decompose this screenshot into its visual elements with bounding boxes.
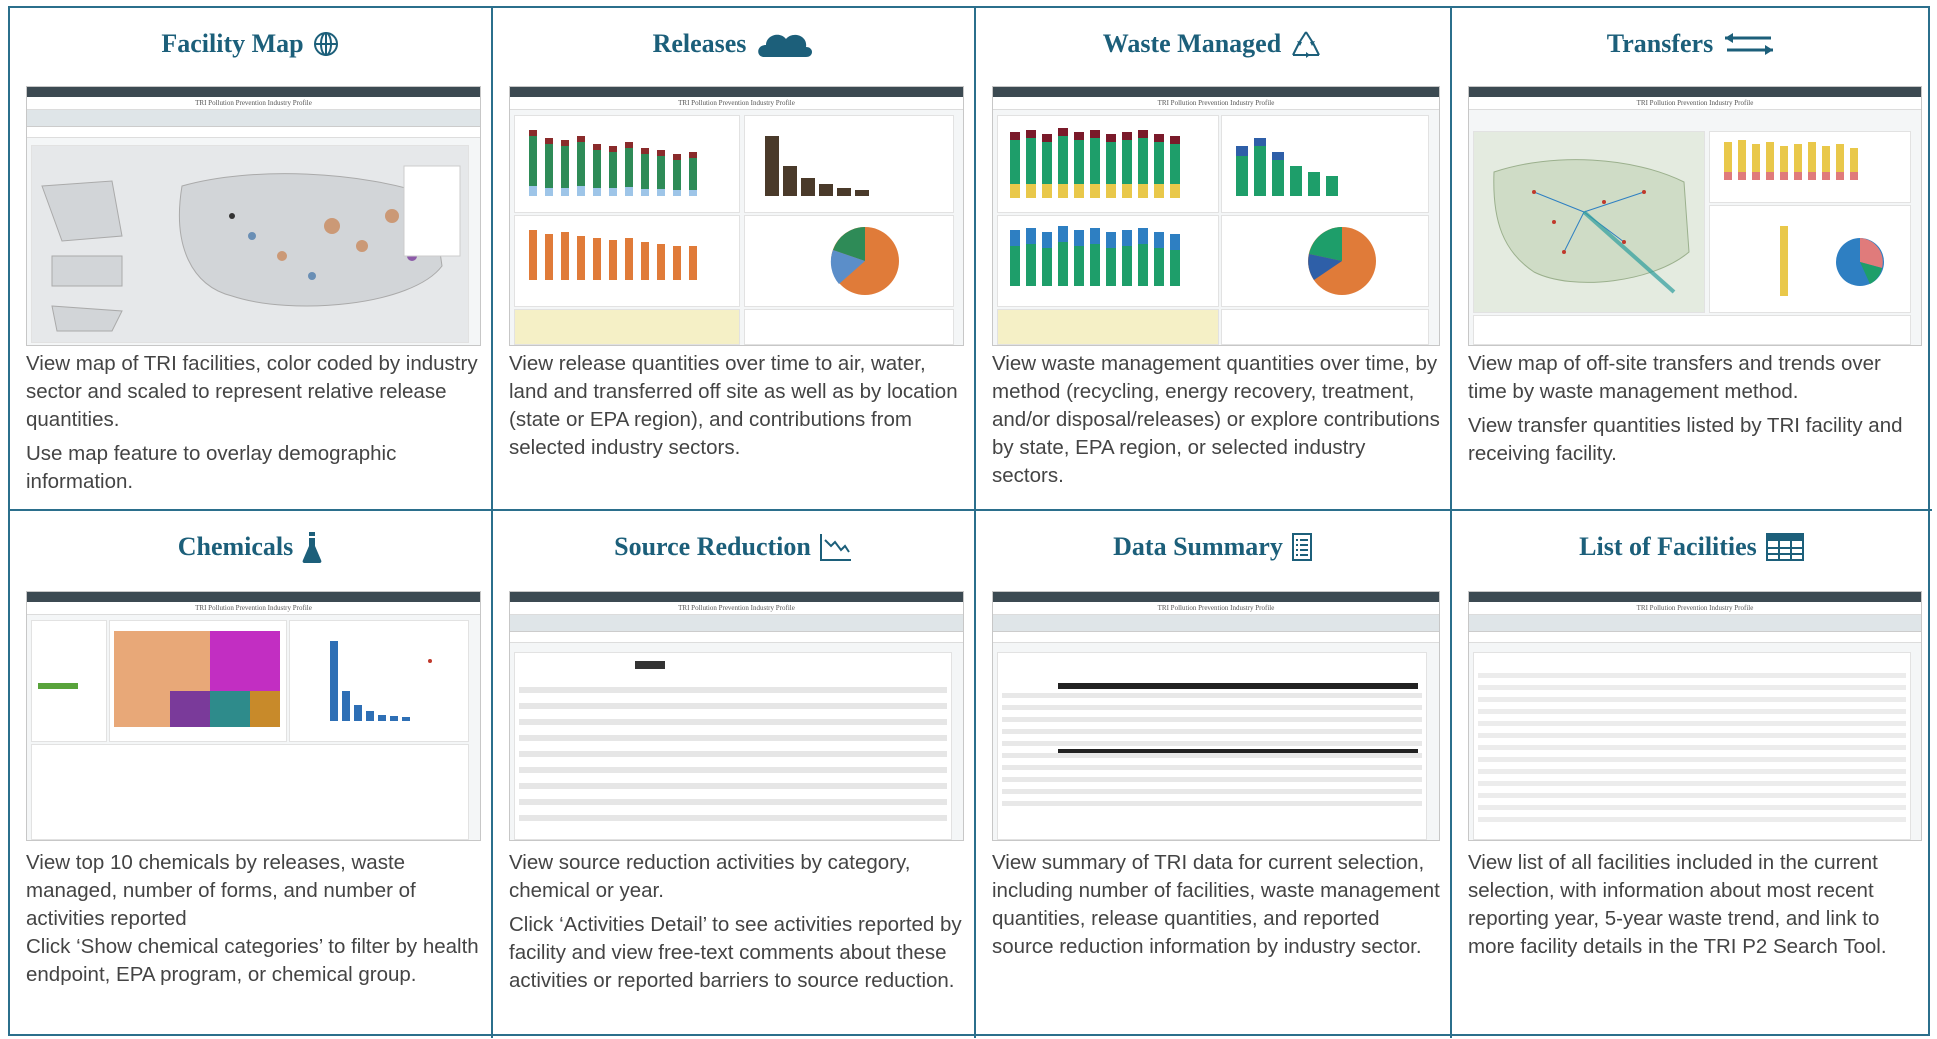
card-description: View waste management quantities over ti… [992, 352, 1440, 487]
facility-map-screenshot: TRI Pollution Prevention Industry Profil… [26, 86, 481, 346]
card-description: View summary of TRI data for current sel… [992, 851, 1440, 958]
feature-grid: Facility Map TRI Pollution Prevention In… [8, 6, 1932, 1038]
list-of-facilities-screenshot: TRI Pollution Prevention Industry Profil… [1468, 591, 1922, 841]
chemicals-screenshot: TRI Pollution Prevention Industry Profil… [26, 591, 481, 841]
card-title-text: Data Summary [1113, 532, 1283, 561]
waste-managed-screenshot: TRI Pollution Prevention Industry Profil… [992, 86, 1440, 346]
transfers-screenshot: TRI Pollution Prevention Industry Profil… [1468, 86, 1922, 346]
card-title: Chemicals [10, 525, 491, 569]
card-title-text: Waste Managed [1102, 29, 1282, 58]
card-title: Transfers [1452, 22, 1932, 66]
flask-icon [302, 532, 322, 563]
card-releases[interactable]: Releases TRI Pollution Prevention Indust… [493, 8, 976, 511]
card-title: Waste Managed [976, 22, 1450, 66]
card-title-text: Transfers [1606, 29, 1714, 58]
list-document-icon [1291, 533, 1312, 561]
card-title: Facility Map [10, 22, 491, 66]
card-description: View map of off-site transfers and trend… [1468, 352, 1903, 465]
card-title: Source Reduction [493, 525, 974, 569]
card-waste-managed[interactable]: Waste Managed TRI Pollution Prevention I… [976, 8, 1452, 511]
card-title-text: Facility Map [161, 29, 304, 58]
card-source-reduction[interactable]: Source Reduction TRI Pollution Preventio… [493, 511, 976, 1038]
card-title-text: Chemicals [177, 532, 294, 561]
card-title-text: Releases [652, 29, 747, 58]
card-list-of-facilities[interactable]: List of Facilities TRI Pollution Prevent… [1452, 511, 1932, 1038]
recycle-icon [1292, 31, 1321, 58]
card-description: View list of all facilities included in … [1468, 851, 1887, 958]
card-description: View map of TRI facilities, color coded … [26, 352, 478, 493]
card-title: Data Summary [976, 525, 1450, 569]
data-summary-screenshot: TRI Pollution Prevention Industry Profil… [992, 591, 1440, 841]
card-transfers[interactable]: Transfers TRI Pollution Prevention Indus… [1452, 8, 1932, 511]
card-description: View source reduction activities by cate… [509, 851, 962, 992]
card-chemicals[interactable]: Chemicals TRI Pollution Prevention Indus… [10, 511, 493, 1038]
cloud-icon [758, 34, 813, 57]
releases-screenshot: TRI Pollution Prevention Industry Profil… [509, 86, 964, 346]
source-reduction-screenshot: TRI Pollution Prevention Industry Profil… [509, 591, 964, 841]
card-description: View release quantities over time to air… [509, 352, 958, 459]
card-data-summary[interactable]: Data Summary TRI Pollution Prevention In… [976, 511, 1452, 1038]
card-title-text: Source Reduction [614, 532, 811, 561]
card-facility-map[interactable]: Facility Map TRI Pollution Prevention In… [10, 8, 493, 511]
card-title: List of Facilities [1452, 525, 1932, 569]
globe-icon [313, 32, 338, 56]
card-title-text: List of Facilities [1579, 532, 1757, 561]
card-title: Releases [493, 22, 974, 66]
trend-down-icon [819, 534, 851, 561]
table-icon [1765, 533, 1804, 561]
transfer-arrows-icon [1725, 33, 1774, 55]
card-description: View top 10 chemicals by releases, waste… [26, 851, 479, 986]
